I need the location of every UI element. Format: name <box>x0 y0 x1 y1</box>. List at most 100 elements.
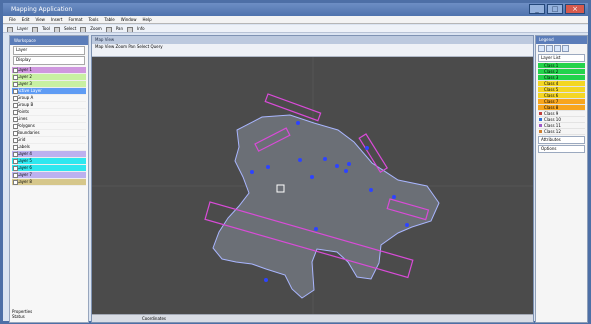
window-controls: _ □ × <box>529 4 585 14</box>
layer-panel-header: Workspace <box>10 36 88 45</box>
legend-label: Class 4 <box>544 81 559 86</box>
menu-table[interactable]: Table <box>104 16 114 23</box>
map-menu-select[interactable]: Select <box>137 44 149 49</box>
menu-format[interactable]: Format <box>68 16 82 23</box>
layer-item[interactable]: Layer 8 <box>12 179 86 186</box>
menu-window[interactable]: Window <box>121 16 137 23</box>
zoom-icon[interactable] <box>80 27 87 32</box>
map-canvas[interactable] <box>92 57 533 315</box>
layer-list: Layer 1 Layer 2 Layer 3 Active Layer Gro… <box>12 67 86 186</box>
menu-tools[interactable]: Tools <box>89 16 99 23</box>
legend-label: Class 7 <box>544 99 559 104</box>
legend-tool-icon[interactable] <box>546 45 553 52</box>
maximize-button[interactable]: □ <box>547 4 563 14</box>
layer-item[interactable]: Lines <box>12 116 86 123</box>
pan-icon[interactable] <box>105 27 112 32</box>
legend-swatch <box>539 94 542 97</box>
legend-swatch <box>539 88 542 91</box>
legend-label: Class 1 <box>544 63 559 68</box>
layer-item[interactable]: Layer 7 <box>12 172 86 179</box>
menu-bar: File Edit View Insert Format Tools Table… <box>3 16 588 24</box>
layer-item[interactable]: Boundaries <box>12 130 86 137</box>
layer-field[interactable]: Layer <box>13 46 85 55</box>
menu-view[interactable]: View <box>35 16 45 23</box>
layer-item[interactable]: Layer 1 <box>12 67 86 74</box>
legend-swatch <box>539 70 542 73</box>
legend-panel: Legend Layer List Class 1 Class 2 Class … <box>535 35 588 323</box>
close-button[interactable]: × <box>565 4 585 14</box>
layer-item[interactable]: Layer 6 <box>12 165 86 172</box>
toolbar-select[interactable]: Select <box>64 25 76 32</box>
window-title: Mapping Application <box>11 6 73 13</box>
layer-item[interactable]: Layer 2 <box>12 74 86 81</box>
layer-item[interactable]: Group A <box>12 95 86 102</box>
map-window: Map View Map View Zoom Pan Select Query <box>91 35 534 323</box>
legend-swatch <box>539 112 542 115</box>
legend-swatch <box>539 130 542 133</box>
select-icon[interactable] <box>53 27 60 32</box>
legend-label: Class 6 <box>544 93 559 98</box>
legend-label: Class 8 <box>544 105 559 110</box>
legend-tool-icon[interactable] <box>562 45 569 52</box>
legend-swatch <box>539 106 542 109</box>
map-menu-map[interactable]: Map <box>95 44 103 49</box>
toolbar-info[interactable]: Info <box>137 25 145 32</box>
legend-tool-icon[interactable] <box>538 45 545 52</box>
display-field[interactable]: Display <box>13 56 85 65</box>
toolbar-pan[interactable]: Pan <box>116 25 123 32</box>
map-status-bar: Coordinates <box>92 314 533 322</box>
legend-swatch <box>539 76 542 79</box>
layer-control-panel: Workspace Layer Display Layer 1 Layer 2 … <box>9 35 89 323</box>
application-window: Mapping Application _ □ × File Edit View… <box>0 0 591 324</box>
layer-item[interactable]: Layer 3 <box>12 81 86 88</box>
layer-item[interactable]: Points <box>12 109 86 116</box>
legend-label: Class 3 <box>544 75 559 80</box>
layer-item[interactable]: Active Layer <box>12 88 86 95</box>
map-toolbar: Map View Zoom Pan Select Query <box>92 44 533 57</box>
layer-item[interactable]: Layer 4 <box>12 151 86 158</box>
legend-tool-icon[interactable] <box>554 45 561 52</box>
layer-item[interactable]: Group B <box>12 102 86 109</box>
layer-item[interactable]: Layer 5 <box>12 158 86 165</box>
map-menu-view[interactable]: View <box>105 44 115 49</box>
legend-swatch <box>539 100 542 103</box>
layer-item[interactable]: Labels <box>12 144 86 151</box>
tool-bar: Layer Tool Select Zoom Pan Info <box>3 25 588 33</box>
attributes-button[interactable]: Attributes <box>538 136 585 144</box>
legend-swatch <box>539 82 542 85</box>
legend-swatch <box>539 118 542 121</box>
left-panel-footer: Properties Status <box>12 309 86 319</box>
layer-icon[interactable] <box>7 27 13 32</box>
legend-list: Class 1 Class 2 Class 3 Class 4 Class 5 … <box>538 63 585 135</box>
map-svg <box>92 57 533 315</box>
minimize-button[interactable]: _ <box>529 4 545 14</box>
legend-label: Class 2 <box>544 69 559 74</box>
menu-insert[interactable]: Insert <box>51 16 62 23</box>
toolbar-tool[interactable]: Tool <box>42 25 50 32</box>
map-menu-zoom[interactable]: Zoom <box>116 44 128 49</box>
legend-label: Class 5 <box>544 87 559 92</box>
legend-row: Class 12 <box>538 129 585 135</box>
menu-file[interactable]: File <box>9 16 16 23</box>
layer-list-button[interactable]: Layer List <box>538 54 585 62</box>
info-icon[interactable] <box>127 27 134 32</box>
map-menu-pan[interactable]: Pan <box>128 44 135 49</box>
tool-icon[interactable] <box>32 27 39 32</box>
legend-swatch <box>539 64 542 67</box>
toolbar-zoom[interactable]: Zoom <box>90 25 102 32</box>
toolbar-layer[interactable]: Layer <box>17 25 28 32</box>
map-window-title: Map View <box>92 36 533 44</box>
layer-item[interactable]: Grid <box>12 137 86 144</box>
title-bar: Mapping Application _ □ × <box>3 3 588 16</box>
map-menu-query[interactable]: Query <box>150 44 162 49</box>
legend-label: Class 12 <box>544 129 561 134</box>
options-button[interactable]: Options <box>538 145 585 153</box>
status-label: Status <box>12 314 25 319</box>
layer-item[interactable]: Polygons <box>12 123 86 130</box>
menu-edit[interactable]: Edit <box>22 16 30 23</box>
legend-tools <box>536 44 587 53</box>
legend-header: Legend <box>536 36 587 44</box>
menu-help[interactable]: Help <box>143 16 152 23</box>
legend-label: Class 10 <box>544 117 561 122</box>
legend-label: Class 9 <box>544 111 559 116</box>
